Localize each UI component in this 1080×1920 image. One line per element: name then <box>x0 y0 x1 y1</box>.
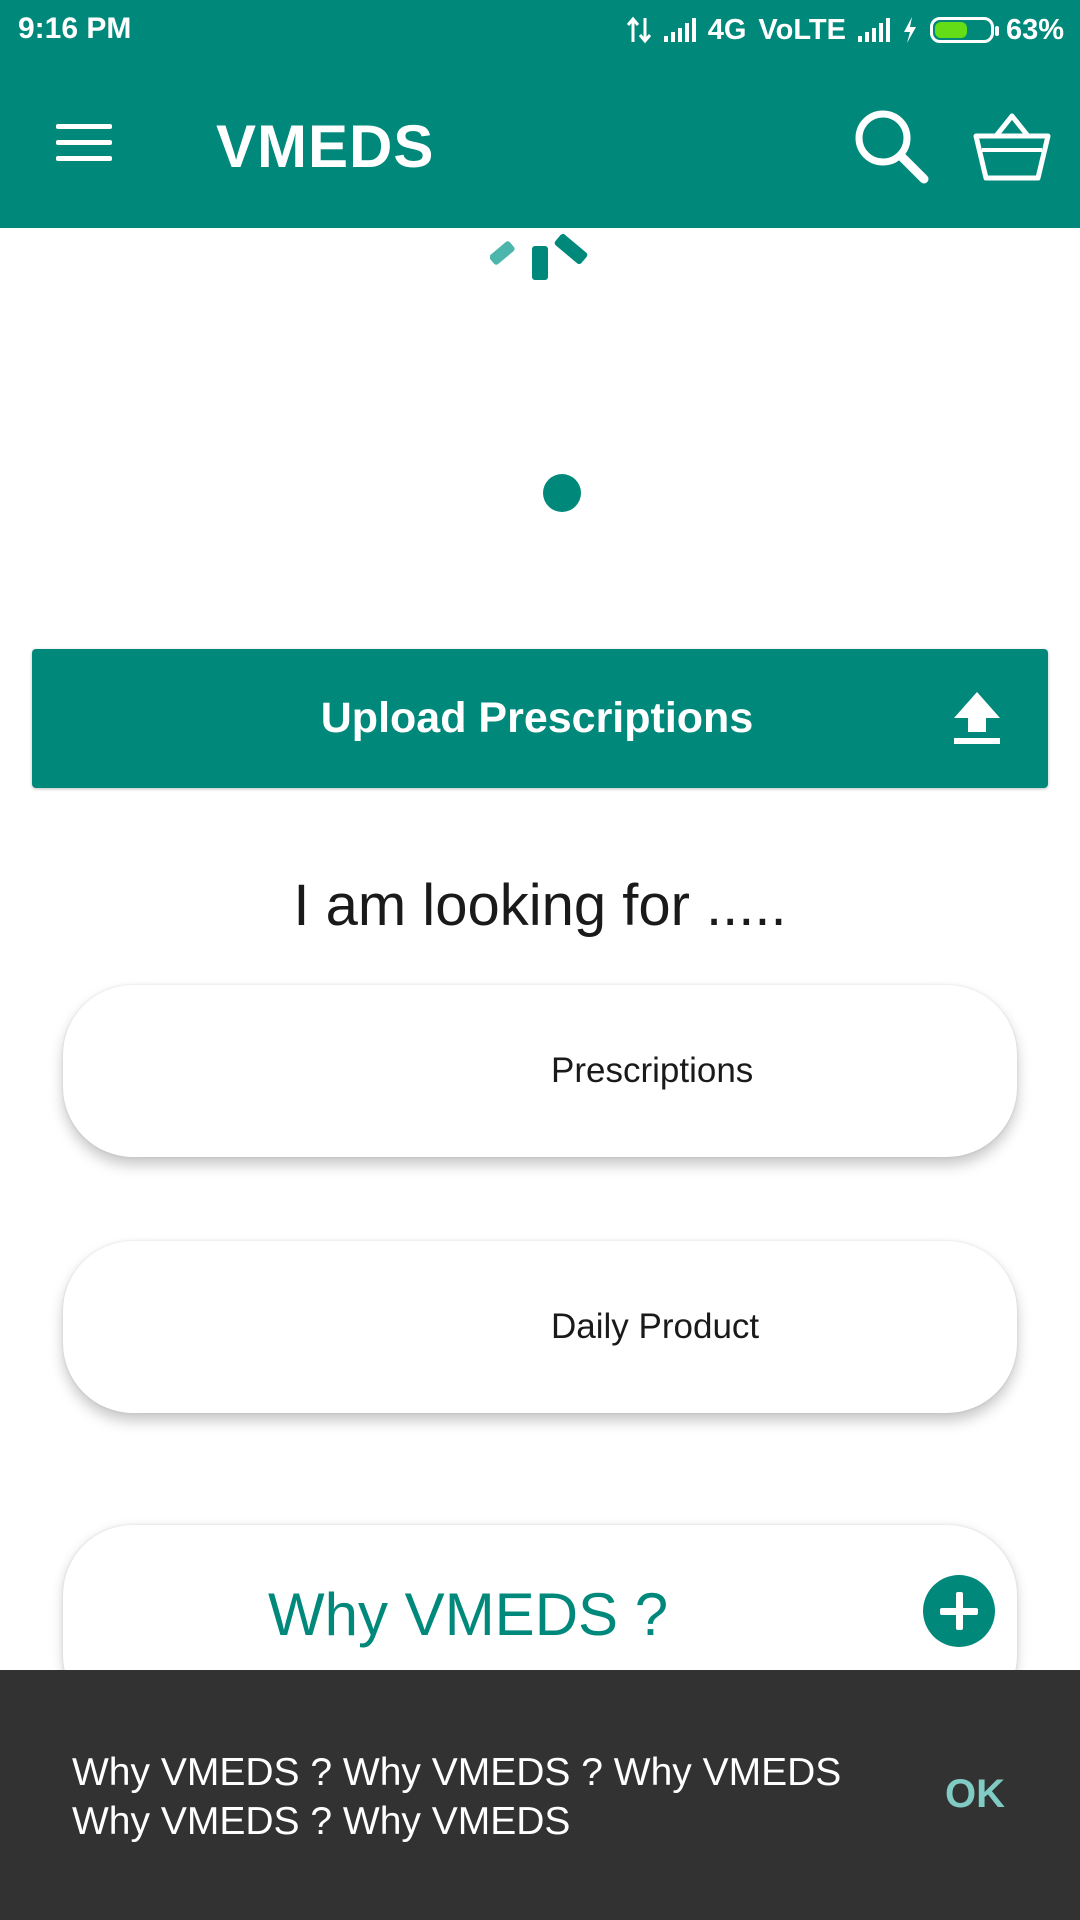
prescriptions-option-label: Prescriptions <box>551 1051 754 1090</box>
loading-spinner-icon <box>490 233 588 280</box>
data-transfer-icon <box>626 16 651 44</box>
snackbar-ok-button[interactable]: OK <box>945 1772 1005 1817</box>
upload-icon <box>954 692 1000 744</box>
snackbar-message-line-1: Why VMEDS ? Why VMEDS ? Why VMEDS <box>72 1751 842 1794</box>
plus-icon[interactable] <box>923 1575 995 1647</box>
signal-icon-2 <box>857 18 890 42</box>
snackbar-message-line-2: Why VMEDS ? Why VMEDS <box>72 1800 571 1843</box>
battery-percent: 63% <box>1005 13 1064 46</box>
upload-prescriptions-label: Upload Prescriptions <box>320 694 754 742</box>
why-vmeds-title: Why VMEDS ? <box>268 1581 669 1648</box>
upload-prescriptions-button[interactable]: Upload Prescriptions <box>32 649 1048 788</box>
daily-product-option-label: Daily Product <box>551 1307 760 1346</box>
prescriptions-option[interactable]: Prescriptions <box>63 985 1017 1157</box>
app-bar: VMEDS <box>0 60 1080 228</box>
basket-icon[interactable] <box>972 108 1052 188</box>
search-icon[interactable] <box>850 105 930 185</box>
charging-icon <box>903 17 916 43</box>
network-type: 4G <box>707 13 747 46</box>
daily-product-option[interactable]: Daily Product <box>63 1241 1017 1413</box>
snackbar-message: Why VMEDS ? Why VMEDS ? Why VMEDS Why VM… <box>72 1748 872 1846</box>
status-time: 9:16 PM <box>18 12 132 45</box>
battery-icon <box>929 17 999 43</box>
menu-icon[interactable] <box>56 122 112 162</box>
app-title: VMEDS <box>216 113 435 180</box>
looking-for-heading: I am looking for ..... <box>293 873 787 938</box>
volte-label: VoLTE <box>758 13 846 46</box>
snackbar: Why VMEDS ? Why VMEDS ? Why VMEDS Why VM… <box>0 1670 1080 1920</box>
carousel-indicator <box>543 474 581 512</box>
status-icons: 4G VoLTE 63% <box>626 10 1064 50</box>
signal-icon <box>663 18 696 42</box>
status-bar: 9:16 PM 4G VoLTE 63% <box>0 0 1080 60</box>
